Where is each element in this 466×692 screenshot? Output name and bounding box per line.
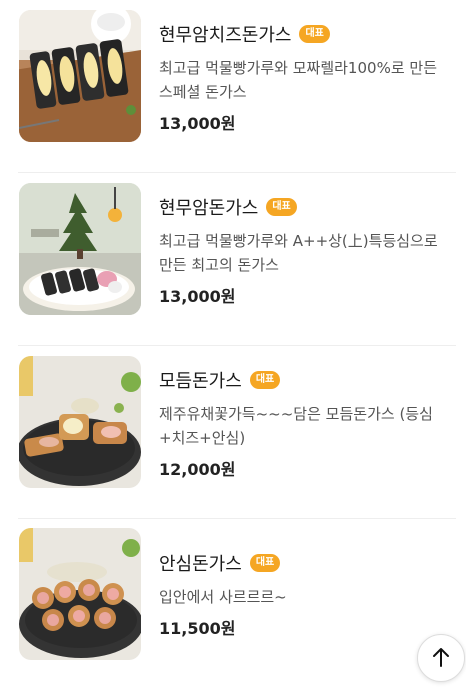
menu-item-info: 현무암돈가스 대표 최고급 먹물빵가루와 A++상(上)특등심으로 만든 최고의… xyxy=(159,193,454,307)
signature-badge: 대표 xyxy=(266,198,297,216)
menu-item-info: 모듬돈가스 대표 제주유채꽃가득~~~담은 모듬돈가스 (등심+치즈+안심) 1… xyxy=(159,366,454,480)
menu-item-name-row: 현무암치즈돈가스 대표 xyxy=(159,20,454,48)
menu-item-black-cheese-katsu[interactable]: 현무암치즈돈가스 대표 최고급 먹물빵가루와 모짜렐라100%로 만든 스페셜 … xyxy=(0,0,466,173)
menu-item-name[interactable]: 모듬돈가스 xyxy=(159,367,242,393)
menu-item-image[interactable] xyxy=(19,528,141,660)
menu-item-price: 12,000원 xyxy=(159,460,236,479)
scroll-to-top-button[interactable] xyxy=(417,634,465,682)
arrow-up-icon xyxy=(433,648,449,667)
signature-badge: 대표 xyxy=(249,371,281,389)
menu-item-tenderloin-katsu[interactable]: 안심돈가스 대표 입안에서 사르르르~ 11,500원 xyxy=(0,519,466,692)
signature-badge: 대표 xyxy=(249,554,281,572)
menu-item-image[interactable] xyxy=(19,10,141,142)
menu-item-assorted-katsu[interactable]: 모듬돈가스 대표 제주유채꽃가득~~~담은 모듬돈가스 (등심+치즈+안심) 1… xyxy=(0,346,466,519)
menu-item-description: 최고급 먹물빵가루와 A++상(上)특등심으로 만든 최고의 돈가스 xyxy=(159,232,438,274)
menu-item-price: 11,500원 xyxy=(159,619,236,638)
menu-item-image[interactable] xyxy=(19,183,141,315)
menu-item-name-row: 안심돈가스 대표 xyxy=(159,549,454,577)
menu-item-name[interactable]: 현무암돈가스 xyxy=(159,194,258,220)
menu-item-info: 현무암치즈돈가스 대표 최고급 먹물빵가루와 모짜렐라100%로 만든 스페셜 … xyxy=(159,20,454,134)
menu-item-name-row: 모듬돈가스 대표 xyxy=(159,366,454,394)
menu-item-price: 13,000원 xyxy=(159,114,236,133)
menu-item-name[interactable]: 현무암치즈돈가스 xyxy=(159,21,291,47)
menu-item-price: 13,000원 xyxy=(159,287,236,306)
menu-item-info: 안심돈가스 대표 입안에서 사르르르~ 11,500원 xyxy=(159,549,454,639)
menu-item-name[interactable]: 안심돈가스 xyxy=(159,550,242,576)
menu-item-name-row: 현무암돈가스 대표 xyxy=(159,193,454,221)
signature-badge: 대표 xyxy=(299,25,330,43)
menu-item-image[interactable] xyxy=(19,356,141,488)
menu-item-description: 입안에서 사르르르~ xyxy=(159,588,287,606)
menu-item-description: 제주유채꽃가득~~~담은 모듬돈가스 (등심+치즈+안심) xyxy=(159,405,433,447)
menu-item-description: 최고급 먹물빵가루와 모짜렐라100%로 만든 스페셜 돈가스 xyxy=(159,59,437,101)
menu-item-black-katsu[interactable]: 현무암돈가스 대표 최고급 먹물빵가루와 A++상(上)특등심으로 만든 최고의… xyxy=(0,173,466,346)
